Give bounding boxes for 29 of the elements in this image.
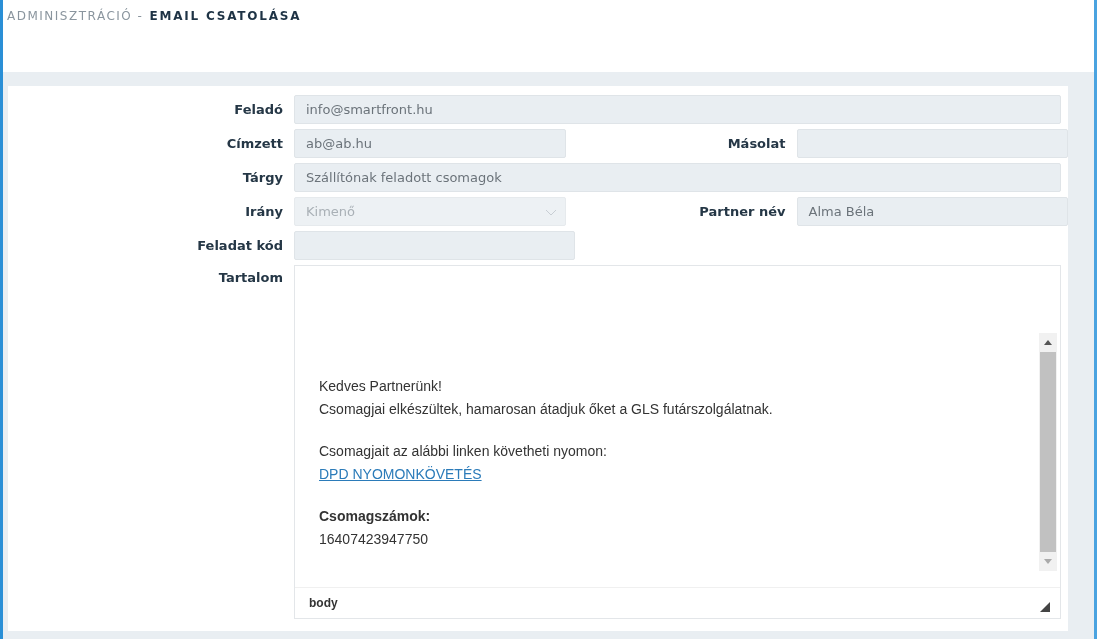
field-label: Címzett <box>225 136 284 151</box>
field-label: Másolat <box>726 136 787 151</box>
email-text: 16407423947750 <box>319 530 429 549</box>
input-field[interactable] <box>796 129 1068 158</box>
field-label: Feladat kód <box>196 238 284 253</box>
field-label: Tárgy <box>241 170 284 185</box>
input-field[interactable]: Alma Béla <box>796 197 1068 226</box>
input-field[interactable] <box>294 231 575 260</box>
resize-handle-icon[interactable] <box>1040 602 1050 612</box>
field-label: Partner név <box>698 204 787 219</box>
email-text: Csomagjai elkészültek, hamarosan átadjuk őket a GLS futárszolgálatnak. <box>319 400 774 419</box>
chevron-down-icon <box>544 209 557 216</box>
input-field[interactable]: info@smartfront.hu <box>294 95 1061 124</box>
scroll-down-icon[interactable] <box>1044 559 1052 564</box>
tracking-link[interactable]: DPD NYOMONKÖVETÉS <box>319 463 482 486</box>
field-label: Feladó <box>233 102 284 117</box>
email-text: Kedves Partnerünk! <box>319 377 443 396</box>
field-label: Irány <box>244 204 284 219</box>
breadcrumb-link[interactable]: ADMINISZTRÁCIÓ - <box>7 9 144 23</box>
scroll-up-icon[interactable] <box>1044 340 1052 345</box>
input-field[interactable]: Szállítónak feladott csomagok <box>294 163 1061 192</box>
rich-text-editor[interactable]: Kedves Partnerünk! Csomagjai elkészültek, hamarosan átadjuk őket a GLS futárszolgálatnak. Csomagjait az alábbi linken követheti nyomon: DPD NYOMONKÖVETÉS Csomagszámok: 16407423947750 body <box>294 265 1061 619</box>
field-label: Tartalom <box>217 269 284 285</box>
page-title: EMAIL CSATOLÁSA <box>149 9 302 23</box>
email-heading: Csomagszámok: <box>319 507 432 526</box>
email-text: Csomagjait az alábbi linken követheti nyomon: <box>319 442 608 461</box>
element-path: body <box>309 596 338 610</box>
scrollbar[interactable] <box>1039 333 1057 571</box>
input-field[interactable]: ab@ab.hu <box>294 129 566 158</box>
